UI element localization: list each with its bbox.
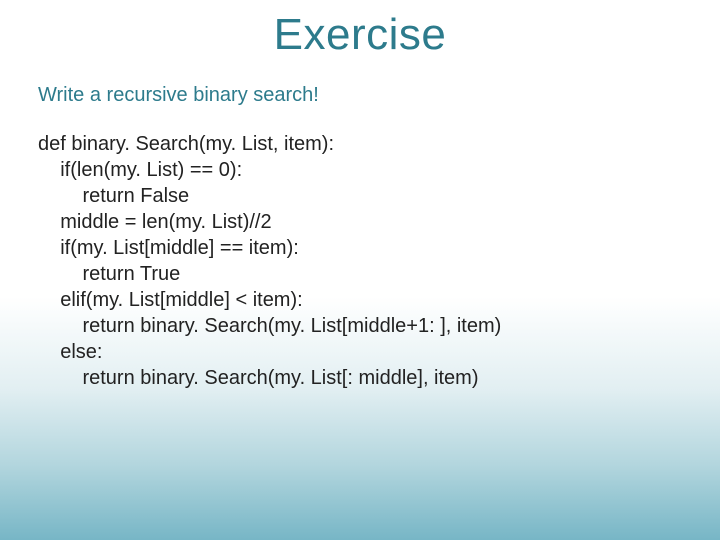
slide: Exercise Write a recursive binary search… bbox=[0, 0, 720, 540]
slide-title: Exercise bbox=[0, 0, 720, 66]
slide-subtitle: Write a recursive binary search! bbox=[0, 66, 720, 107]
code-block: def binary. Search(my. List, item): if(l… bbox=[0, 107, 720, 391]
